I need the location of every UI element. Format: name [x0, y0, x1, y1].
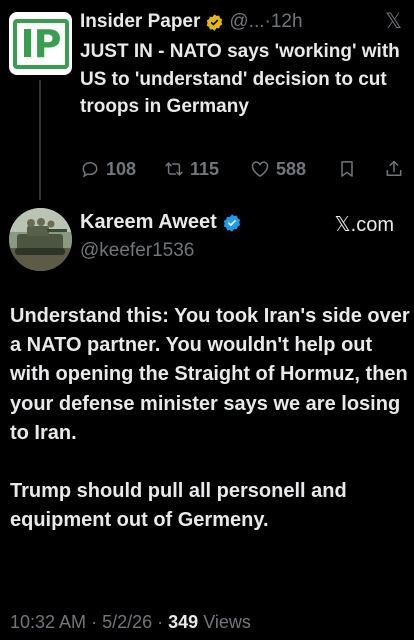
parent-time[interactable]: 12h	[271, 11, 303, 33]
meta-separator: ·	[157, 612, 169, 632]
views-label: Views	[203, 612, 251, 632]
source-label: 𝕏.com	[334, 214, 394, 236]
retweet-count: 115	[190, 158, 220, 179]
meta-separator: ·	[91, 612, 103, 632]
avatar-tank-image	[9, 208, 72, 271]
bookmark-button[interactable]	[337, 159, 357, 179]
verified-badge-icon	[223, 213, 240, 232]
parent-author-name[interactable]: Insider Paper	[80, 11, 200, 33]
share-button[interactable]	[384, 159, 404, 179]
tweet-paragraph-2: Trump should pull all personell and equi…	[10, 480, 347, 532]
reply-button[interactable]: 108	[80, 159, 136, 180]
tweet-date[interactable]: 5/2/26	[102, 612, 152, 632]
parent-avatar[interactable]: IP	[9, 12, 72, 75]
author-name-row: Kareem Aweet	[80, 211, 242, 234]
author-handle[interactable]: @keefer1536	[80, 240, 194, 262]
author-name[interactable]: Kareem Aweet	[80, 211, 217, 234]
retweet-icon	[165, 162, 183, 176]
like-count: 588	[276, 158, 307, 179]
tweet-meta: 10:32 AM · 5/2/26 · 349 Views	[10, 612, 251, 633]
retweet-button[interactable]: 115	[164, 159, 219, 180]
views-count: 349	[168, 612, 199, 632]
parent-tweet[interactable]: IP Insider Paper @... · 12h 𝕏 JUST IN - …	[0, 0, 414, 200]
tweet-body: Understand this: You took Iran's side ov…	[10, 302, 410, 564]
share-icon	[386, 160, 402, 176]
ip-logo: IP	[12, 18, 69, 69]
reply-icon	[82, 161, 98, 178]
parent-header: Insider Paper @... · 12h 𝕏	[80, 9, 402, 35]
author-avatar[interactable]	[9, 208, 72, 271]
tweet-paragraph-1: Understand this: You took Iran's side ov…	[10, 305, 410, 444]
like-icon	[251, 161, 269, 177]
parent-action-bar: 108 115 588	[80, 156, 405, 182]
reply-count: 108	[106, 158, 137, 179]
parent-handle[interactable]: @...	[229, 11, 264, 33]
tweet-time[interactable]: 10:32 AM	[10, 612, 86, 632]
x-logo-icon: 𝕏	[385, 10, 402, 33]
thread-line	[39, 80, 41, 200]
bookmark-icon	[341, 161, 353, 177]
like-button[interactable]: 588	[250, 159, 306, 180]
gold-badge-icon	[207, 13, 223, 31]
parent-tweet-text: JUST IN - NATO says 'working' with US to…	[80, 41, 400, 117]
